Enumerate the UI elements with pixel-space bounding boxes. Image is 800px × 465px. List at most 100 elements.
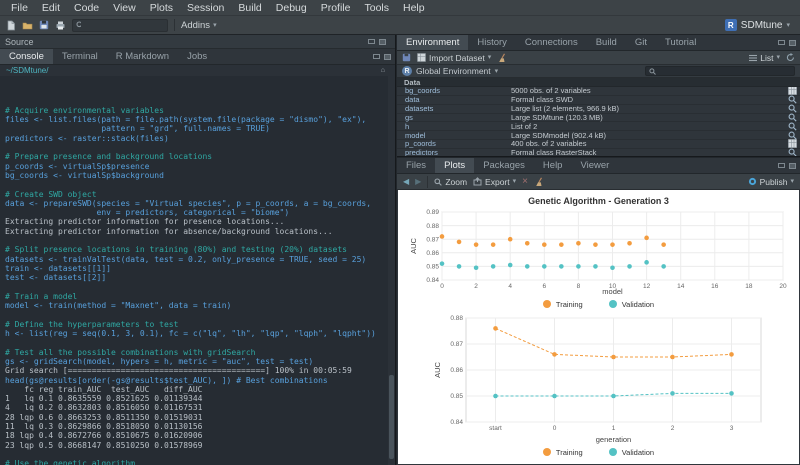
global-environment-dropdown[interactable]: Global Environment xyxy=(416,66,491,76)
remove-plot-icon[interactable]: × xyxy=(522,176,528,187)
maximize-pane-icon[interactable] xyxy=(384,54,391,60)
menu-build[interactable]: Build xyxy=(231,0,268,16)
tab-history[interactable]: History xyxy=(468,35,516,50)
svg-text:0.89: 0.89 xyxy=(426,209,439,216)
console-line: files <- list.files(path = file.path(sys… xyxy=(5,115,387,124)
menu-plots[interactable]: Plots xyxy=(143,0,180,16)
chevron-down-icon: ▾ xyxy=(790,178,794,185)
console-scrollbar[interactable] xyxy=(388,76,395,465)
new-file-icon[interactable] xyxy=(6,19,16,32)
tab-build[interactable]: Build xyxy=(587,35,626,50)
menu-debug[interactable]: Debug xyxy=(269,0,314,16)
menu-profile[interactable]: Profile xyxy=(314,0,358,16)
maximize-pane-icon[interactable] xyxy=(789,40,796,46)
next-plot-icon[interactable]: ▶ xyxy=(415,177,421,186)
tab-help[interactable]: Help xyxy=(534,158,572,173)
tab-viewer[interactable]: Viewer xyxy=(571,158,618,173)
environment-search-input[interactable] xyxy=(659,68,789,75)
clear-all-plots-broom-icon[interactable] xyxy=(534,175,545,188)
inspect-object-icon[interactable] xyxy=(784,104,800,113)
object-name: bg_coords xyxy=(397,87,511,95)
chevron-down-icon: ▾ xyxy=(495,68,499,75)
print-icon[interactable] xyxy=(55,19,66,32)
maximize-pane-icon[interactable] xyxy=(379,39,386,45)
menu-file[interactable]: File xyxy=(4,0,35,16)
tab-terminal[interactable]: Terminal xyxy=(53,49,107,64)
legend-item-training: Training xyxy=(543,300,583,309)
refresh-icon[interactable] xyxy=(786,51,795,64)
view-table-icon[interactable] xyxy=(784,87,800,95)
console-line xyxy=(5,236,387,245)
minimize-pane-icon[interactable] xyxy=(373,54,380,59)
object-description: List of 2 xyxy=(511,122,784,131)
menu-help[interactable]: Help xyxy=(396,0,432,16)
object-name: h xyxy=(397,122,511,131)
tab-packages[interactable]: Packages xyxy=(474,158,534,173)
svg-text:0.86: 0.86 xyxy=(426,250,439,257)
console-line: 28 lqp 0.6 0.8663253 0.8511350 0.0151903… xyxy=(5,413,387,422)
save-icon[interactable] xyxy=(39,19,49,32)
tab-plots[interactable]: Plots xyxy=(435,158,474,173)
console-options-icon[interactable]: ⌂ xyxy=(381,67,385,74)
console-line: h <- list(reg = seq(0.1, 3, 0.1), fc = c… xyxy=(5,329,387,338)
console-line xyxy=(5,338,387,347)
tab-environment[interactable]: Environment xyxy=(397,35,468,50)
list-view-dropdown[interactable]: List ▾ xyxy=(749,53,780,63)
inspect-object-icon[interactable] xyxy=(784,122,800,131)
project-selector[interactable]: R SDMtune ▾ xyxy=(725,19,794,31)
auc-vs-generation-chart: 0.840.850.860.870.88start0123generationA… xyxy=(406,312,791,444)
left-pane-column: Source ConsoleTerminalR MarkdownJobs ~/S… xyxy=(0,35,396,465)
import-dataset-dropdown[interactable]: Import Dataset ▾ xyxy=(417,53,491,63)
environment-row-predictors[interactable]: predictorsFormal class RasterStack xyxy=(397,149,800,156)
inspect-object-icon[interactable] xyxy=(784,131,800,140)
zoom-button[interactable]: Zoom xyxy=(434,177,467,187)
menu-view[interactable]: View xyxy=(106,0,143,16)
minimize-pane-icon[interactable] xyxy=(778,163,785,168)
svg-text:2: 2 xyxy=(474,283,478,290)
tab-git[interactable]: Git xyxy=(626,35,656,50)
addins-dropdown[interactable]: Addins ▾ xyxy=(181,20,217,31)
menu-session[interactable]: Session xyxy=(180,0,231,16)
export-dropdown[interactable]: Export ▾ xyxy=(473,177,516,187)
svg-text:2: 2 xyxy=(671,425,675,432)
tab-tutorial[interactable]: Tutorial xyxy=(656,35,705,50)
main-toolbar: Addins ▾ R SDMtune ▾ xyxy=(0,16,800,35)
goto-input[interactable] xyxy=(84,21,164,30)
menu-edit[interactable]: Edit xyxy=(35,0,67,16)
tab-connections[interactable]: Connections xyxy=(516,35,587,50)
scrollbar-thumb[interactable] xyxy=(389,375,394,459)
tab-console[interactable]: Console xyxy=(0,49,53,64)
inspect-object-icon[interactable] xyxy=(784,95,800,104)
console-line: # Prepare presence and background locati… xyxy=(5,152,387,161)
tab-files[interactable]: Files xyxy=(397,158,435,173)
menu-tools[interactable]: Tools xyxy=(357,0,396,16)
console-output[interactable]: # Acquire environmental variablesfiles <… xyxy=(0,76,395,465)
clear-objects-broom-icon[interactable] xyxy=(497,51,508,64)
source-pane-title: Source xyxy=(5,37,34,47)
goto-file-function-box[interactable] xyxy=(72,19,168,32)
save-workspace-icon[interactable] xyxy=(402,51,411,64)
previous-plot-icon[interactable]: ◀ xyxy=(403,177,409,186)
object-description: Large list (2 elements, 966.9 kB) xyxy=(511,104,784,113)
environment-search-box[interactable] xyxy=(645,66,795,76)
legend-label: Validation xyxy=(622,448,654,457)
rstudio-window: FileEditCodeViewPlotsSessionBuildDebugPr… xyxy=(0,0,800,465)
table-icon xyxy=(417,53,426,62)
svg-text:0.85: 0.85 xyxy=(426,264,439,271)
inspect-object-icon[interactable] xyxy=(784,148,800,156)
legend-dot xyxy=(609,300,617,308)
object-name: gs xyxy=(397,113,511,122)
minimize-pane-icon[interactable] xyxy=(368,39,375,44)
inspect-object-icon[interactable] xyxy=(784,113,800,122)
maximize-pane-icon[interactable] xyxy=(789,163,796,169)
tab-jobs[interactable]: Jobs xyxy=(178,49,216,64)
legend-label: Training xyxy=(556,448,583,457)
publish-button[interactable]: Publish ▾ xyxy=(748,177,794,187)
source-pane-header[interactable]: Source xyxy=(0,35,395,49)
view-table-icon[interactable] xyxy=(784,139,800,148)
minimize-pane-icon[interactable] xyxy=(778,40,785,45)
open-folder-icon[interactable] xyxy=(22,19,33,32)
menu-code[interactable]: Code xyxy=(67,0,106,16)
tab-r-markdown[interactable]: R Markdown xyxy=(107,49,178,64)
console-line: 23 lqp 0.5 0.8668147 0.8510250 0.0157896… xyxy=(5,441,387,450)
